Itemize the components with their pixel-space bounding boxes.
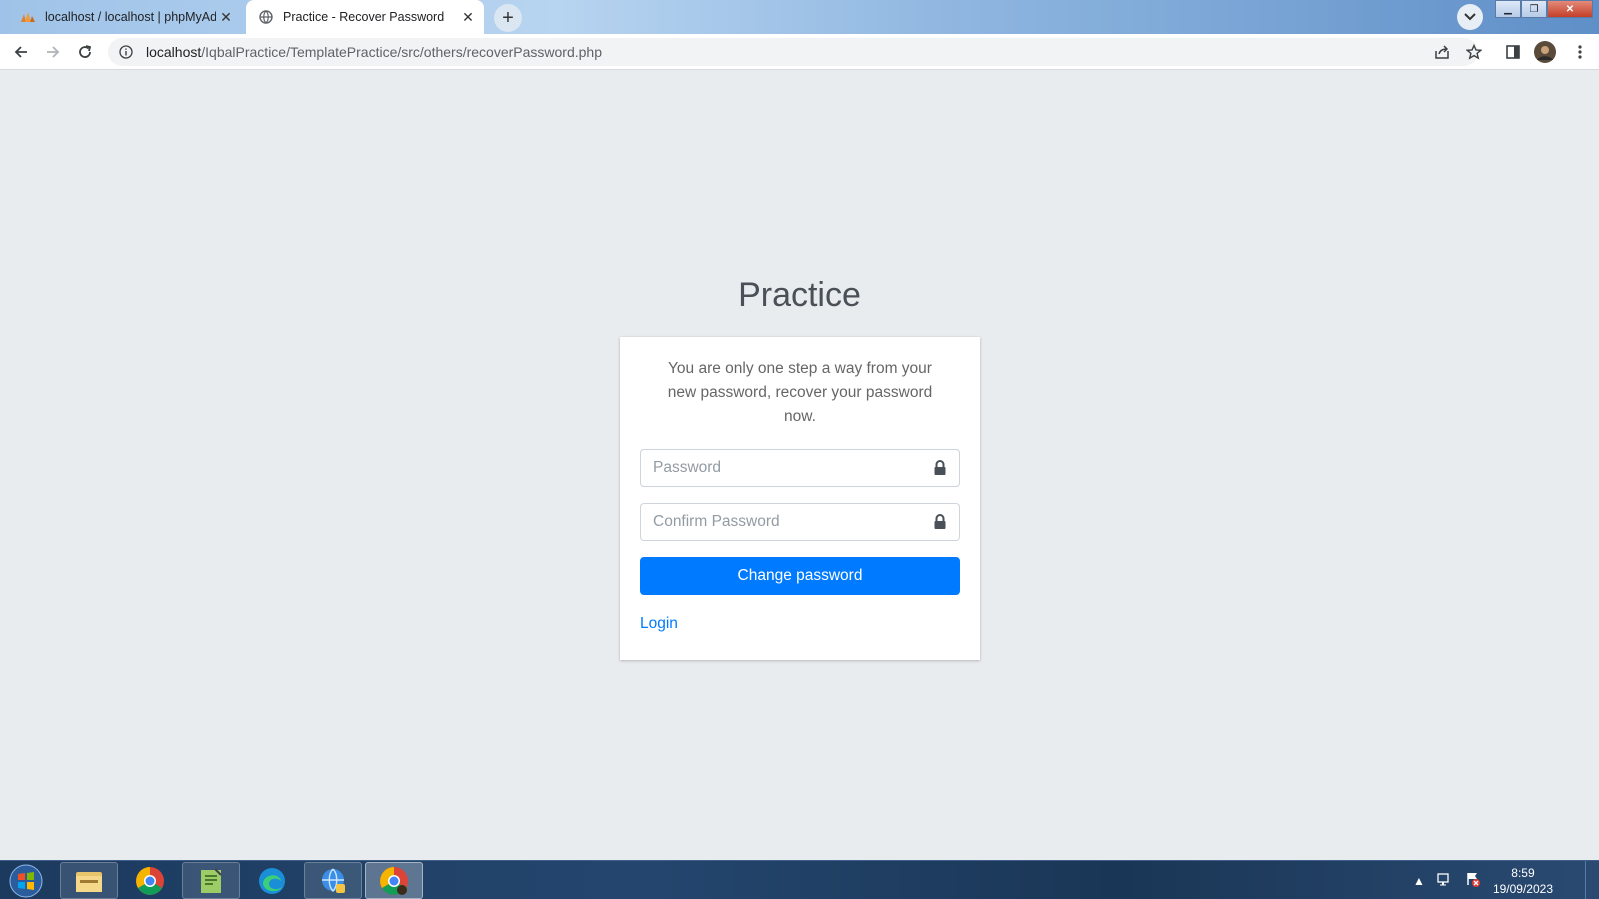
system-tray: ▲ 8:59 19/09/2023 (1413, 861, 1553, 899)
url-path: /IqbalPractice/TemplatePractice/src/othe… (201, 44, 602, 60)
edge-icon (259, 867, 285, 894)
password-group (640, 449, 960, 487)
reload-button[interactable] (73, 40, 97, 64)
back-button[interactable] (9, 40, 33, 64)
clock-date: 19/09/2023 (1492, 881, 1553, 896)
lock-icon (920, 503, 960, 541)
password-input[interactable] (640, 449, 920, 487)
address-bar[interactable]: localhost/IqbalPractice/TemplatePractice… (108, 38, 1478, 66)
reload-icon (79, 45, 92, 58)
network-globe-icon (322, 868, 345, 893)
confirm-password-group (640, 503, 960, 541)
new-tab-button[interactable]: + (494, 4, 522, 32)
taskbar-chrome-active[interactable] (365, 862, 423, 899)
login-link[interactable]: Login (640, 615, 678, 633)
taskbar-notepad-plus-plus[interactable] (182, 862, 240, 899)
folder-icon (76, 871, 102, 892)
profile-avatar[interactable] (1533, 40, 1557, 64)
lock-icon (920, 449, 960, 487)
chevron-down-icon (1464, 13, 1476, 21)
clock-time: 8:59 (1511, 865, 1535, 880)
chrome-icon (380, 866, 408, 895)
forward-button[interactable] (41, 40, 65, 64)
taskbar-network-app[interactable] (304, 862, 362, 899)
arrow-right-icon (47, 46, 60, 58)
network-tray-icon[interactable] (1437, 872, 1453, 889)
restore-button[interactable]: ❐ (1521, 0, 1547, 18)
start-button[interactable] (4, 863, 48, 899)
menu-button[interactable] (1568, 40, 1592, 64)
side-panel-button[interactable] (1501, 40, 1525, 64)
arrow-left-icon (14, 46, 27, 58)
close-icon[interactable]: ✕ (458, 7, 478, 27)
bookmark-button[interactable] (1462, 40, 1486, 64)
url-host: localhost (146, 44, 202, 60)
browser-tabstrip: localhost / localhost | phpMyAdm ✕ Pract… (0, 0, 1599, 34)
show-hidden-icons-button[interactable]: ▲ (1413, 874, 1425, 888)
recover-password-card: You are only one step a way from your ne… (620, 337, 980, 660)
taskbar-edge[interactable] (243, 862, 301, 899)
action-center-tray-icon[interactable] (1465, 871, 1481, 890)
phpmyadmin-icon (20, 9, 36, 25)
show-desktop-button[interactable] (1585, 861, 1599, 899)
star-icon (1466, 44, 1482, 60)
login-box-message: You are only one step a way from your ne… (667, 360, 933, 425)
tab-title: localhost / localhost | phpMyAdm (45, 10, 216, 24)
browser-toolbar: localhost/IqbalPractice/TemplatePractice… (0, 34, 1599, 70)
tab-title: Practice - Recover Password (283, 10, 445, 24)
tab-recover-password[interactable]: Practice - Recover Password ✕ (246, 0, 484, 34)
taskbar-clock[interactable]: 8:59 19/09/2023 (1493, 865, 1553, 897)
side-panel-icon (1506, 45, 1520, 59)
windows-taskbar: ▲ 8:59 19/09/2023 (0, 860, 1599, 899)
windows-start-icon (9, 864, 43, 898)
change-password-button[interactable]: Change password (640, 557, 960, 595)
window-controls: ▁ ❐ ✕ (1495, 0, 1593, 18)
notepad-icon (201, 867, 222, 893)
taskbar-chrome[interactable] (121, 862, 179, 899)
taskbar-file-explorer[interactable] (60, 862, 118, 899)
minimize-button[interactable]: ▁ (1495, 0, 1521, 18)
tab-search-button[interactable] (1457, 4, 1483, 30)
confirm-password-input[interactable] (640, 503, 920, 541)
chrome-icon (136, 866, 164, 895)
share-button[interactable] (1430, 40, 1454, 64)
page-content: Practice You are only one step a way fro… (0, 70, 1599, 860)
login-logo[interactable]: Practice (0, 276, 1599, 315)
window-close-button[interactable]: ✕ (1547, 0, 1593, 18)
info-icon[interactable] (118, 44, 134, 60)
tab-phpmyadmin[interactable]: localhost / localhost | phpMyAdm ✕ (8, 0, 242, 34)
globe-icon (258, 9, 274, 25)
avatar-icon (1534, 41, 1556, 63)
kebab-menu-icon (1578, 45, 1582, 59)
close-icon[interactable]: ✕ (216, 7, 236, 27)
share-icon (1435, 45, 1449, 59)
